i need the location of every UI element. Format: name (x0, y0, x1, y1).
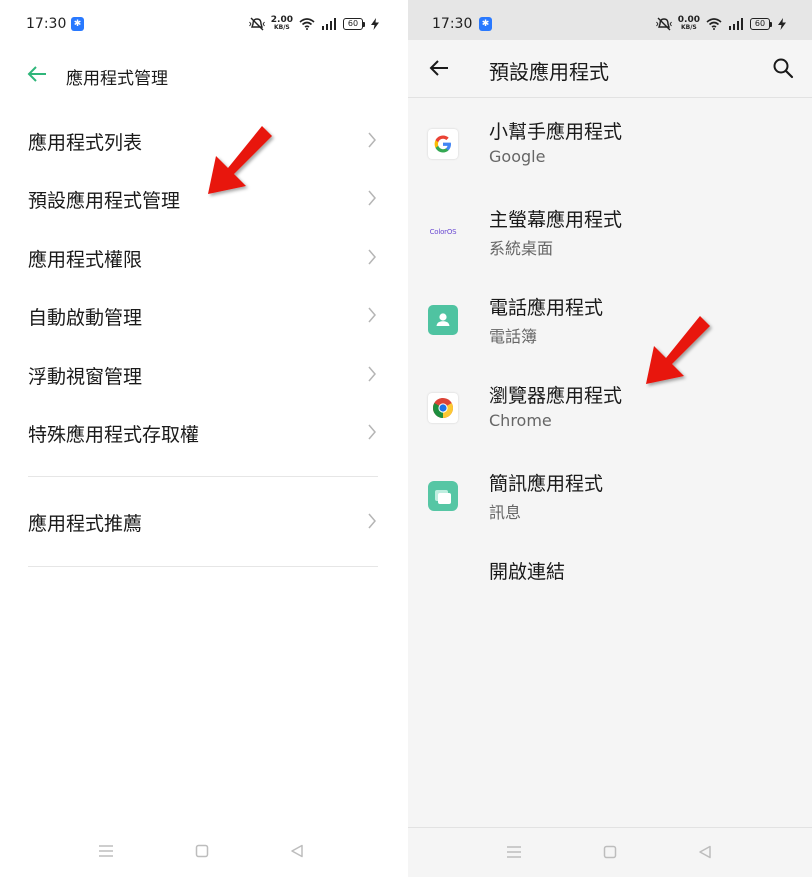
default-app-assistant[interactable]: 小幫手應用程式 Google (408, 113, 812, 193)
back-icon[interactable] (290, 844, 304, 858)
app-row-label: 小幫手應用程式 (489, 121, 623, 143)
search-icon[interactable] (772, 57, 794, 79)
default-app-home[interactable]: ColorOS 主螢幕應用程式 系統桌面 (408, 201, 812, 281)
back-arrow-icon[interactable] (26, 64, 48, 84)
menu-icon[interactable] (98, 844, 114, 858)
default-app-phone[interactable]: 電話應用程式 電話簿 (408, 289, 812, 369)
mute-icon (655, 17, 672, 31)
app-header: 預設應用程式 (408, 40, 812, 98)
app-row-label: 電話應用程式 (489, 297, 604, 319)
bluetooth-icon: ✱ (479, 17, 492, 31)
battery-icon: 60 (750, 18, 772, 30)
menu-icon[interactable] (506, 845, 522, 859)
app-row-label: 簡訊應用程式 (489, 473, 604, 495)
default-app-open-links[interactable]: 開啟連結 (408, 553, 812, 633)
chrome-icon (428, 393, 458, 423)
status-bar: 17:30 ✱ 2.00 KB/S 60 (0, 0, 405, 48)
page-title: 應用程式管理 (66, 69, 168, 89)
menu-item-auto-launch[interactable]: 自動啟動管理 (28, 290, 377, 340)
wifi-icon (706, 18, 722, 30)
back-arrow-icon[interactable] (428, 58, 450, 78)
contacts-icon (428, 305, 458, 335)
navigation-bar (408, 827, 812, 877)
status-icons: 2.00 KB/S 60 (248, 14, 379, 34)
right-screen: 17:30 ✱ 0.00 KB/S 60 預設應用程式 小幫手應用程式 Goog… (408, 0, 812, 877)
status-time: 17:30 (26, 16, 67, 32)
chevron-right-icon (368, 249, 376, 265)
menu-item-app-recommendations[interactable]: 應用程式推薦 (28, 496, 377, 546)
app-row-label: 開啟連結 (489, 561, 566, 583)
mute-icon (248, 17, 265, 31)
annotation-arrow-icon (208, 126, 272, 194)
status-time: 17:30 (432, 16, 473, 32)
app-row-value: 電話簿 (489, 327, 538, 346)
status-icons: 0.00 KB/S 60 (655, 14, 786, 34)
coloros-icon: ColorOS (429, 228, 457, 236)
messages-icon (428, 481, 458, 511)
charging-icon (778, 18, 786, 30)
chevron-right-icon (368, 513, 376, 529)
wifi-icon (299, 18, 315, 30)
menu-item-special-access[interactable]: 特殊應用程式存取權 (28, 407, 377, 457)
section-divider (28, 566, 378, 567)
charging-icon (371, 18, 379, 30)
google-icon (428, 129, 458, 159)
bluetooth-icon: ✱ (71, 17, 84, 31)
section-divider (28, 476, 378, 477)
chevron-right-icon (368, 132, 376, 148)
default-app-browser[interactable]: 瀏覽器應用程式 Chrome (408, 377, 812, 457)
network-speed: 0.00 KB/S (677, 15, 700, 32)
app-header: 應用程式管理 (0, 52, 405, 98)
app-row-value: 訊息 (489, 503, 522, 522)
back-icon[interactable] (698, 845, 712, 859)
app-row-label: 瀏覽器應用程式 (489, 385, 623, 407)
default-app-sms[interactable]: 簡訊應用程式 訊息 (408, 465, 812, 545)
annotation-arrow-icon (646, 316, 710, 384)
app-row-value: Chrome (489, 411, 552, 430)
left-screen: 17:30 ✱ 2.00 KB/S 60 應用程式管理 應用程式列表 預設應用程… (0, 0, 405, 877)
page-title: 預設應用程式 (489, 60, 609, 84)
app-row-value: Google (489, 147, 546, 166)
signal-icon (729, 18, 743, 30)
app-row-value: 系統桌面 (489, 239, 554, 258)
chevron-right-icon (368, 307, 376, 323)
network-speed: 2.00 KB/S (270, 15, 293, 32)
battery-icon: 60 (343, 18, 365, 30)
menu-item-floating-windows[interactable]: 浮動視窗管理 (28, 349, 377, 399)
signal-icon (322, 18, 336, 30)
chevron-right-icon (368, 366, 376, 382)
home-icon[interactable] (195, 844, 209, 858)
app-row-label: 主螢幕應用程式 (489, 209, 623, 231)
chevron-right-icon (368, 424, 376, 440)
navigation-bar (0, 827, 405, 877)
chevron-right-icon (368, 190, 376, 206)
home-icon[interactable] (603, 845, 617, 859)
menu-item-app-permissions[interactable]: 應用程式權限 (28, 232, 377, 282)
